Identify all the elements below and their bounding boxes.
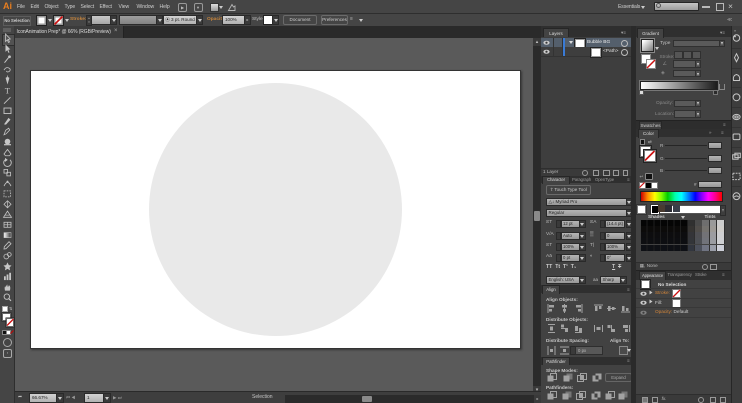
svg-text:T: T <box>5 85 11 95</box>
